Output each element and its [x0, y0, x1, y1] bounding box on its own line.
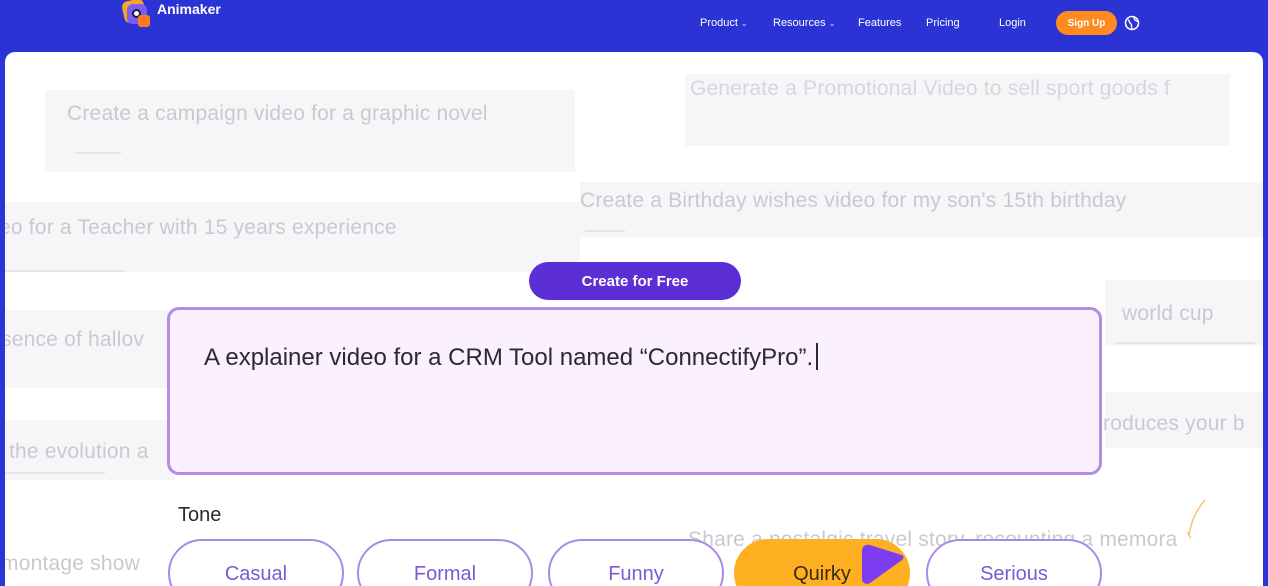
nav-product[interactable]: Product ⌄ [700, 17, 748, 29]
animaker-logo-icon [120, 0, 151, 28]
globe-icon[interactable] [1124, 15, 1140, 31]
text-caret [816, 343, 819, 370]
nav-pricing[interactable]: Pricing [926, 17, 960, 29]
nav-resources[interactable]: Resources ⌄ [773, 17, 835, 29]
nav-resources-label: Resources [773, 17, 826, 29]
prompt-input[interactable]: A explainer video for a CRM Tool named “… [167, 307, 1102, 475]
background-dash [75, 152, 121, 154]
tone-option-serious[interactable]: Serious [926, 539, 1102, 586]
tone-option-funny[interactable]: Funny [548, 539, 724, 586]
background-prompt: the evolution a [9, 440, 149, 463]
create-for-free-button[interactable]: Create for Free [529, 262, 741, 300]
prompt-text: A explainer video for a CRM Tool named “… [204, 343, 819, 372]
background-prompt: world cup [1122, 302, 1214, 325]
prompt-value: A explainer video for a CRM Tool named “… [204, 344, 814, 371]
brand-name: Animaker [157, 1, 221, 17]
background-dash [1115, 342, 1255, 344]
background-prompt: montage show [5, 552, 140, 575]
nav-login[interactable]: Login [999, 17, 1026, 29]
top-navigation-bar: Animaker Product ⌄ Resources ⌄ Features Pr… [0, 0, 1268, 52]
chevron-down-icon: ⌄ [740, 19, 748, 28]
decorative-curve-icon [1186, 499, 1206, 539]
tone-option-casual[interactable]: Casual [168, 539, 344, 586]
signup-button[interactable]: Sign Up [1056, 11, 1117, 35]
chevron-down-icon: ⌄ [828, 19, 836, 28]
tone-option-formal[interactable]: Formal [357, 539, 533, 586]
background-prompt: eo for a Teacher with 15 years experienc… [5, 216, 397, 239]
background-prompt: sence of hallov [5, 328, 145, 351]
logo[interactable]: Animaker [120, 0, 221, 28]
tone-label: Tone [178, 504, 222, 526]
nav-features[interactable]: Features [858, 17, 901, 29]
background-prompt: Create a Birthday wishes video for my so… [580, 189, 1127, 212]
pointer-cursor-icon [862, 544, 904, 584]
background-dash [5, 270, 125, 272]
background-dash [5, 472, 105, 474]
background-dash [585, 230, 625, 232]
background-prompt: Generate a Promotional Video to sell spo… [690, 77, 1171, 100]
background-prompt: roduces your b [1103, 412, 1245, 435]
background-prompt: Create a campaign video for a graphic no… [67, 102, 488, 125]
nav-product-label: Product [700, 17, 738, 29]
